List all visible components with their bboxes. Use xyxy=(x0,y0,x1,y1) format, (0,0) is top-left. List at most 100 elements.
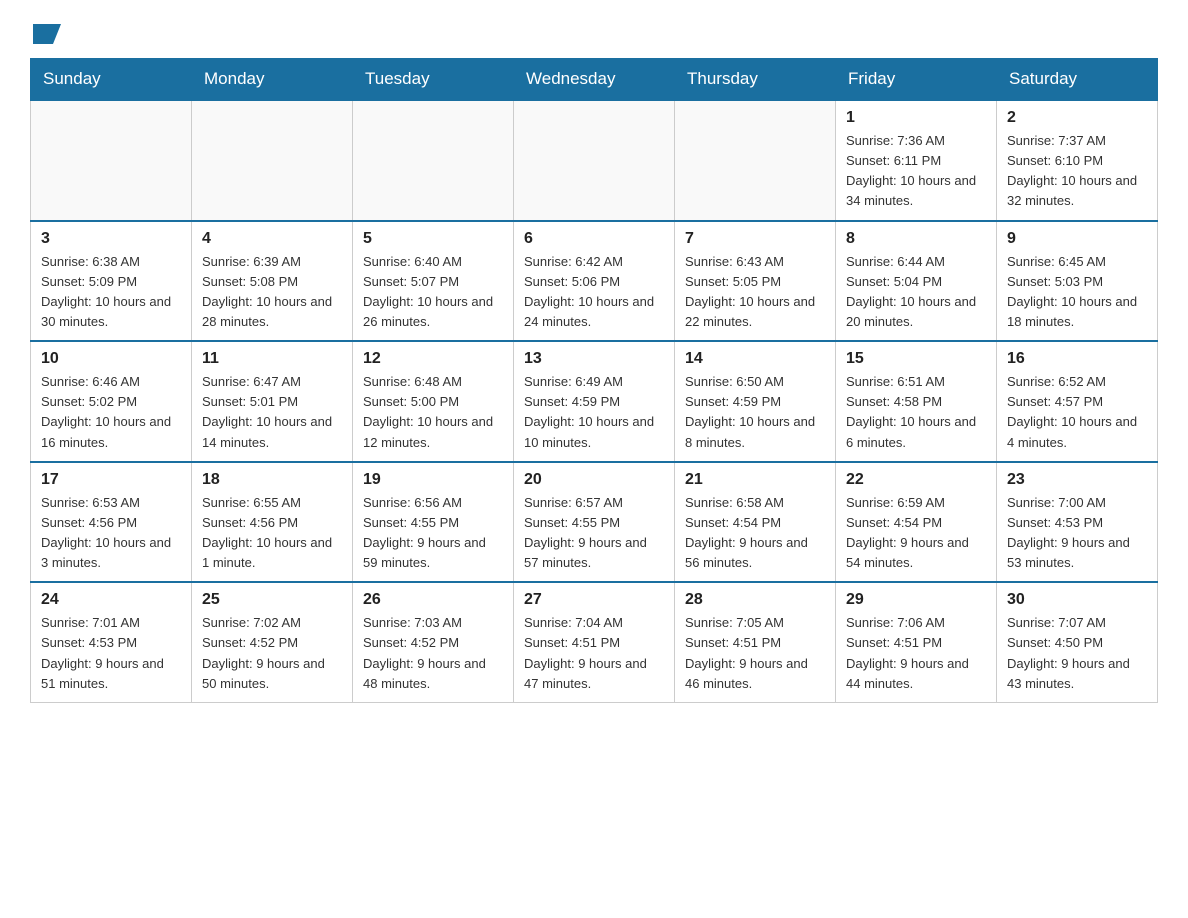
week-row-4: 17Sunrise: 6:53 AMSunset: 4:56 PMDayligh… xyxy=(31,462,1158,583)
weekday-header-tuesday: Tuesday xyxy=(353,59,514,101)
day-number: 5 xyxy=(363,230,503,248)
calendar-cell xyxy=(514,100,675,221)
day-number: 14 xyxy=(685,350,825,368)
day-info: Sunrise: 7:05 AMSunset: 4:51 PMDaylight:… xyxy=(685,613,825,694)
page-header xyxy=(30,20,1158,48)
day-number: 25 xyxy=(202,591,342,609)
day-info: Sunrise: 6:50 AMSunset: 4:59 PMDaylight:… xyxy=(685,372,825,453)
day-info: Sunrise: 6:49 AMSunset: 4:59 PMDaylight:… xyxy=(524,372,664,453)
week-row-3: 10Sunrise: 6:46 AMSunset: 5:02 PMDayligh… xyxy=(31,341,1158,462)
day-info: Sunrise: 6:38 AMSunset: 5:09 PMDaylight:… xyxy=(41,252,181,333)
day-info: Sunrise: 6:43 AMSunset: 5:05 PMDaylight:… xyxy=(685,252,825,333)
day-info: Sunrise: 7:36 AMSunset: 6:11 PMDaylight:… xyxy=(846,131,986,212)
day-number: 12 xyxy=(363,350,503,368)
calendar-cell: 30 Sunrise: 7:07 AMSunset: 4:50 PMDayligh… xyxy=(997,582,1158,702)
day-info: Sunrise: 6:52 AMSunset: 4:57 PMDaylight:… xyxy=(1007,372,1147,453)
day-info: Sunrise: 6:42 AMSunset: 5:06 PMDaylight:… xyxy=(524,252,664,333)
calendar-cell: 28 Sunrise: 7:05 AMSunset: 4:51 PMDayligh… xyxy=(675,582,836,702)
day-info: Sunrise: 6:58 AMSunset: 4:54 PMDaylight:… xyxy=(685,493,825,574)
weekday-header-wednesday: Wednesday xyxy=(514,59,675,101)
day-info: Sunrise: 7:01 AMSunset: 4:53 PMDaylight:… xyxy=(41,613,181,694)
calendar-cell: 21 Sunrise: 6:58 AMSunset: 4:54 PMDayligh… xyxy=(675,462,836,583)
day-info: Sunrise: 7:02 AMSunset: 4:52 PMDaylight:… xyxy=(202,613,342,694)
calendar-cell: 27Sunrise: 7:04 AMSunset: 4:51 PMDayligh… xyxy=(514,582,675,702)
week-row-1: 1 Sunrise: 7:36 AMSunset: 6:11 PMDaylight… xyxy=(31,100,1158,221)
week-row-2: 3 Sunrise: 6:38 AMSunset: 5:09 PMDaylight… xyxy=(31,221,1158,342)
calendar-cell: 1 Sunrise: 7:36 AMSunset: 6:11 PMDaylight… xyxy=(836,100,997,221)
weekday-header-saturday: Saturday xyxy=(997,59,1158,101)
calendar-cell: 4 Sunrise: 6:39 AMSunset: 5:08 PMDaylight… xyxy=(192,221,353,342)
calendar-cell: 6Sunrise: 6:42 AMSunset: 5:06 PMDaylight… xyxy=(514,221,675,342)
calendar-cell: 7 Sunrise: 6:43 AMSunset: 5:05 PMDaylight… xyxy=(675,221,836,342)
day-number: 3 xyxy=(41,230,181,248)
day-number: 16 xyxy=(1007,350,1147,368)
calendar-cell: 12 Sunrise: 6:48 AMSunset: 5:00 PMDayligh… xyxy=(353,341,514,462)
day-info: Sunrise: 6:39 AMSunset: 5:08 PMDaylight:… xyxy=(202,252,342,333)
calendar-cell: 10Sunrise: 6:46 AMSunset: 5:02 PMDayligh… xyxy=(31,341,192,462)
weekday-header-sunday: Sunday xyxy=(31,59,192,101)
day-info: Sunrise: 7:04 AMSunset: 4:51 PMDaylight:… xyxy=(524,613,664,694)
weekday-header-friday: Friday xyxy=(836,59,997,101)
day-number: 22 xyxy=(846,471,986,489)
day-info: Sunrise: 6:51 AMSunset: 4:58 PMDaylight:… xyxy=(846,372,986,453)
calendar-cell: 24 Sunrise: 7:01 AMSunset: 4:53 PMDayligh… xyxy=(31,582,192,702)
day-number: 4 xyxy=(202,230,342,248)
day-info: Sunrise: 7:03 AMSunset: 4:52 PMDaylight:… xyxy=(363,613,503,694)
day-number: 20 xyxy=(524,471,664,489)
day-number: 24 xyxy=(41,591,181,609)
week-row-5: 24 Sunrise: 7:01 AMSunset: 4:53 PMDayligh… xyxy=(31,582,1158,702)
calendar-cell: 14 Sunrise: 6:50 AMSunset: 4:59 PMDayligh… xyxy=(675,341,836,462)
calendar-table: SundayMondayTuesdayWednesdayThursdayFrid… xyxy=(30,58,1158,703)
day-info: Sunrise: 6:47 AMSunset: 5:01 PMDaylight:… xyxy=(202,372,342,453)
day-info: Sunrise: 6:56 AMSunset: 4:55 PMDaylight:… xyxy=(363,493,503,574)
day-info: Sunrise: 7:07 AMSunset: 4:50 PMDaylight:… xyxy=(1007,613,1147,694)
day-number: 11 xyxy=(202,350,342,368)
logo xyxy=(30,20,66,48)
day-info: Sunrise: 6:59 AMSunset: 4:54 PMDaylight:… xyxy=(846,493,986,574)
calendar-cell: 20 Sunrise: 6:57 AMSunset: 4:55 PMDayligh… xyxy=(514,462,675,583)
day-number: 26 xyxy=(363,591,503,609)
day-number: 17 xyxy=(41,471,181,489)
calendar-cell: 11 Sunrise: 6:47 AMSunset: 5:01 PMDayligh… xyxy=(192,341,353,462)
day-number: 23 xyxy=(1007,471,1147,489)
day-number: 9 xyxy=(1007,230,1147,248)
calendar-cell: 9 Sunrise: 6:45 AMSunset: 5:03 PMDaylight… xyxy=(997,221,1158,342)
calendar-cell: 3 Sunrise: 6:38 AMSunset: 5:09 PMDaylight… xyxy=(31,221,192,342)
calendar-cell: 26 Sunrise: 7:03 AMSunset: 4:52 PMDayligh… xyxy=(353,582,514,702)
calendar-cell: 19Sunrise: 6:56 AMSunset: 4:55 PMDayligh… xyxy=(353,462,514,583)
day-number: 21 xyxy=(685,471,825,489)
day-info: Sunrise: 6:48 AMSunset: 5:00 PMDaylight:… xyxy=(363,372,503,453)
calendar-cell: 13Sunrise: 6:49 AMSunset: 4:59 PMDayligh… xyxy=(514,341,675,462)
calendar-cell: 16 Sunrise: 6:52 AMSunset: 4:57 PMDayligh… xyxy=(997,341,1158,462)
calendar-cell: 25 Sunrise: 7:02 AMSunset: 4:52 PMDayligh… xyxy=(192,582,353,702)
day-number: 10 xyxy=(41,350,181,368)
day-number: 15 xyxy=(846,350,986,368)
calendar-cell: 17Sunrise: 6:53 AMSunset: 4:56 PMDayligh… xyxy=(31,462,192,583)
day-number: 7 xyxy=(685,230,825,248)
day-info: Sunrise: 6:44 AMSunset: 5:04 PMDaylight:… xyxy=(846,252,986,333)
calendar-cell: 5 Sunrise: 6:40 AMSunset: 5:07 PMDaylight… xyxy=(353,221,514,342)
day-number: 18 xyxy=(202,471,342,489)
calendar-cell xyxy=(192,100,353,221)
calendar-cell: 15 Sunrise: 6:51 AMSunset: 4:58 PMDayligh… xyxy=(836,341,997,462)
weekday-header-thursday: Thursday xyxy=(675,59,836,101)
calendar-cell: 29 Sunrise: 7:06 AMSunset: 4:51 PMDayligh… xyxy=(836,582,997,702)
calendar-cell: 23 Sunrise: 7:00 AMSunset: 4:53 PMDayligh… xyxy=(997,462,1158,583)
day-number: 30 xyxy=(1007,591,1147,609)
calendar-cell: 8 Sunrise: 6:44 AMSunset: 5:04 PMDaylight… xyxy=(836,221,997,342)
weekday-header-monday: Monday xyxy=(192,59,353,101)
day-number: 8 xyxy=(846,230,986,248)
day-info: Sunrise: 6:40 AMSunset: 5:07 PMDaylight:… xyxy=(363,252,503,333)
day-number: 1 xyxy=(846,109,986,127)
logo-icon xyxy=(33,20,61,48)
day-info: Sunrise: 6:57 AMSunset: 4:55 PMDaylight:… xyxy=(524,493,664,574)
day-info: Sunrise: 6:45 AMSunset: 5:03 PMDaylight:… xyxy=(1007,252,1147,333)
day-info: Sunrise: 7:37 AMSunset: 6:10 PMDaylight:… xyxy=(1007,131,1147,212)
day-number: 28 xyxy=(685,591,825,609)
calendar-header-row: SundayMondayTuesdayWednesdayThursdayFrid… xyxy=(31,59,1158,101)
day-info: Sunrise: 7:06 AMSunset: 4:51 PMDaylight:… xyxy=(846,613,986,694)
day-number: 2 xyxy=(1007,109,1147,127)
calendar-cell: 18Sunrise: 6:55 AMSunset: 4:56 PMDayligh… xyxy=(192,462,353,583)
day-number: 29 xyxy=(846,591,986,609)
day-info: Sunrise: 7:00 AMSunset: 4:53 PMDaylight:… xyxy=(1007,493,1147,574)
